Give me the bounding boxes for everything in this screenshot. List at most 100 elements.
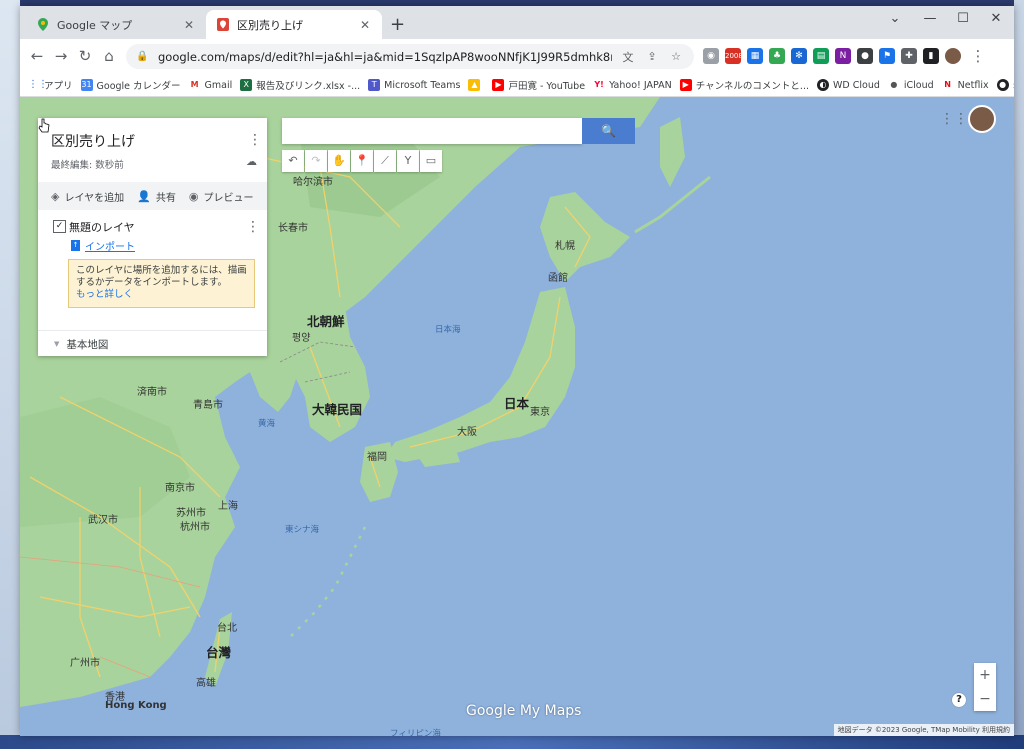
map-label-suzhou: 苏州市 <box>176 508 206 519</box>
bookmark-globe[interactable]: ● <box>996 79 1013 91</box>
zoom-out-button[interactable]: − <box>974 687 996 711</box>
camera-extension-icon[interactable]: ◉ <box>703 48 719 64</box>
map-label-sapporo: 札幌 <box>555 241 575 252</box>
gmail-icon: M <box>188 79 201 91</box>
bookmark-apps[interactable]: ⋮⋮ アプリ <box>28 78 73 92</box>
bookmark-calendar[interactable]: 31 Google カレンダー <box>80 78 181 92</box>
search-icon: 🔍 <box>601 124 616 138</box>
redo-icon[interactable]: ↷ <box>305 150 327 172</box>
sakhalin-landmass <box>660 117 685 187</box>
excel-icon: X <box>240 79 253 91</box>
map-label-hongkong: Hong Kong <box>105 700 167 711</box>
bookmark-youtube[interactable]: ▶ 戸田寛 - YouTube <box>492 78 585 92</box>
share-icon[interactable]: ⇪ <box>644 50 660 63</box>
translate-icon[interactable]: 文 <box>620 49 636 65</box>
leaf-extension-icon[interactable]: ♣ <box>769 48 785 64</box>
cloud-saved-icon: ☁ <box>246 155 257 168</box>
measure-ruler-icon[interactable]: ▭ <box>420 150 442 172</box>
base-map-label: 基本地図 <box>66 338 109 351</box>
hand-cursor-icon <box>38 118 50 133</box>
search-button[interactable]: 🔍 <box>582 118 635 144</box>
bookmark-star-icon[interactable]: ☆ <box>668 50 684 63</box>
map-label-jinan: 済南市 <box>137 387 167 398</box>
map-label-yellow-sea: 黄海 <box>258 419 276 429</box>
map-label-changchun: 长春市 <box>278 223 308 234</box>
netflix-icon: N <box>941 79 954 91</box>
expand-arrow-icon[interactable]: ▼ <box>54 340 59 348</box>
learn-more-link[interactable]: もっと詳しく <box>76 289 133 300</box>
flag-extension-icon[interactable]: ⚑ <box>879 48 895 64</box>
bookmark-icloud[interactable]: ● iCloud <box>887 79 934 91</box>
desktop-wallpaper-bottom <box>0 735 1024 749</box>
map-title[interactable]: 区別売り上げ <box>51 131 135 151</box>
import-link[interactable]: ↑ インポート <box>71 238 135 253</box>
layer-options-kebab-icon[interactable]: ⋮ <box>246 220 260 234</box>
add-layer-button[interactable]: ◈ レイヤを追加 <box>51 189 124 204</box>
close-icon[interactable]: ✕ <box>182 18 196 32</box>
map-label-philippine-sea: フィリピン海 <box>390 729 441 736</box>
globe-extension-icon[interactable]: ● <box>857 48 873 64</box>
bookmark-teams[interactable]: T Microsoft Teams <box>368 79 460 91</box>
minimize-icon[interactable]: — <box>915 8 945 30</box>
back-arrow-icon[interactable]: ← <box>27 46 47 66</box>
address-bar[interactable]: 🔒 google.com/maps/d/edit?hl=ja&hl=ja&mid… <box>126 44 694 69</box>
sheets-extension-icon[interactable]: ▤ <box>813 48 829 64</box>
tab-google-maps[interactable]: Google マップ ✕ <box>26 10 206 39</box>
map-attribution[interactable]: 地図データ ©2023 Google, TMap Mobility 利用規約 <box>833 724 1014 736</box>
maximize-icon[interactable]: ☐ <box>948 8 978 30</box>
map-search-input[interactable] <box>282 118 582 144</box>
url-text[interactable]: google.com/maps/d/edit?hl=ja&hl=ja&mid=1… <box>158 50 612 64</box>
draw-line-icon[interactable]: ⟋ <box>374 150 396 172</box>
layer-name[interactable]: 無題のレイヤ <box>69 219 135 235</box>
layer-visibility-checkbox[interactable]: ✓ <box>53 220 66 233</box>
zoom-in-button[interactable]: + <box>974 663 996 687</box>
map-label-north-korea: 北朝鮮 <box>307 314 345 329</box>
account-avatar[interactable] <box>968 105 996 133</box>
forward-arrow-icon[interactable]: → <box>51 46 71 66</box>
extension-badge: 2008 <box>725 52 743 60</box>
map-label-tokyo: 東京 <box>530 407 550 418</box>
layers-icon: ◈ <box>51 189 60 203</box>
bookmark-gmail[interactable]: M Gmail <box>188 79 232 91</box>
window-close-icon[interactable]: ✕ <box>981 8 1011 30</box>
grid-extension-icon[interactable]: ▦ <box>747 48 763 64</box>
map-canvas[interactable]: 哈尔滨市 长春市 札幌 函館 北朝鮮 평양 日本海 大韓民国 日本 東京 大阪 … <box>20 97 1014 736</box>
add-marker-icon[interactable]: 📍 <box>351 150 373 172</box>
ryukyu-islands <box>289 526 367 638</box>
tab-my-maps[interactable]: 区別売り上げ ✕ <box>206 10 382 39</box>
import-hint-tooltip: このレイヤに場所を追加するには、描画するかデータをインポートします。 もっと詳し… <box>68 259 255 308</box>
bookmark-excel[interactable]: X 報告及びリンク.xlsx -... <box>240 78 360 92</box>
kuril-islands <box>634 175 711 234</box>
bookmark-drive[interactable]: ▲ <box>468 79 484 91</box>
chrome-menu-icon[interactable]: ⋮ <box>968 46 988 66</box>
profile-avatar-icon[interactable] <box>945 48 961 64</box>
onenote-extension-icon[interactable]: N <box>835 48 851 64</box>
preview-button[interactable]: ◉ プレビュー <box>189 189 254 204</box>
map-label-guangzhou: 广州市 <box>70 658 100 669</box>
map-label-nanjing: 南京市 <box>165 483 195 494</box>
bookmark-yahoo[interactable]: Y! Yahoo! JAPAN <box>593 79 672 91</box>
apps-grid-icon: ⋮⋮ <box>28 79 48 90</box>
undo-icon[interactable]: ↶ <box>282 150 304 172</box>
bookmark-channel-comments[interactable]: ▶ チャンネルのコメントと... <box>679 78 809 92</box>
close-icon[interactable]: ✕ <box>358 18 372 32</box>
more-bookmarks-icon[interactable]: » <box>1013 79 1014 92</box>
map-options-kebab-icon[interactable]: ⋮ <box>248 133 262 147</box>
bookmark-netflix[interactable]: N Netflix <box>941 79 989 91</box>
bookmark-wd-cloud[interactable]: ◐ WD Cloud <box>817 79 880 91</box>
reload-icon[interactable]: ↻ <box>75 46 95 66</box>
new-tab-icon[interactable]: + <box>390 14 405 35</box>
puzzle-extensions-icon[interactable]: ✚ <box>901 48 917 64</box>
help-button[interactable]: ? <box>952 693 966 707</box>
tab-search-chevron-icon[interactable]: ⌄ <box>880 8 910 30</box>
share-button[interactable]: 👤 共有 <box>137 189 176 204</box>
gmail-extension-icon[interactable]: 2008 <box>725 48 743 64</box>
shield-extension-icon[interactable]: ✻ <box>791 48 807 64</box>
hand-select-icon[interactable]: ✋ <box>328 150 350 172</box>
directions-icon[interactable]: Y <box>397 150 419 172</box>
base-map-row[interactable]: ▼ 基本地図 <box>38 330 267 357</box>
side-panel-icon[interactable]: ▮ <box>923 48 939 64</box>
map-label-sea-of-japan: 日本海 <box>435 325 461 335</box>
map-label-qingdao: 青島市 <box>193 400 223 411</box>
home-icon[interactable]: ⌂ <box>99 46 119 66</box>
